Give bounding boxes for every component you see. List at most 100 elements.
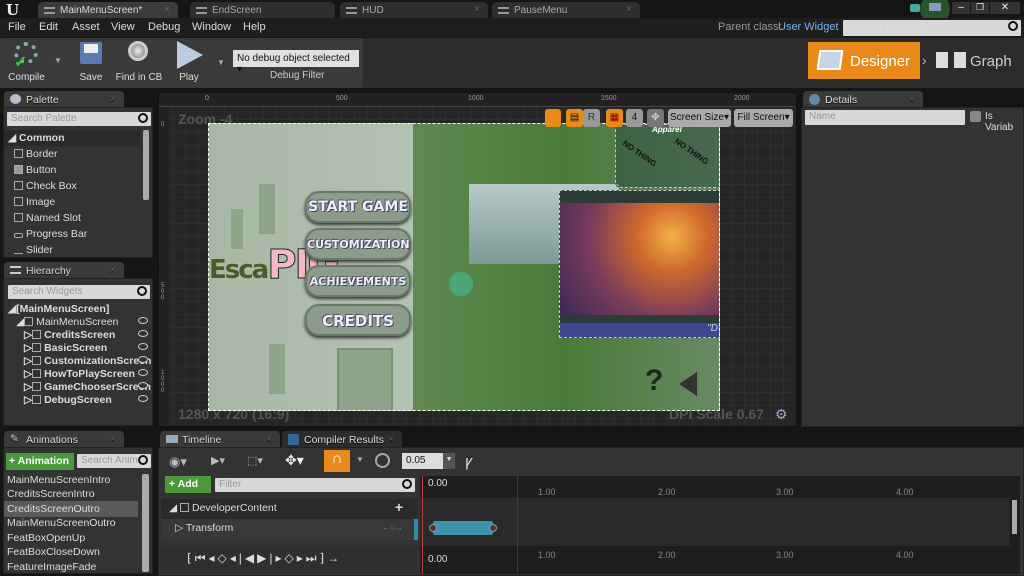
palette-item-button[interactable]: Button [4, 162, 140, 178]
animation-item[interactable]: FeatureImageFade [4, 559, 138, 575]
prev-key-icon[interactable]: ◂◇ [209, 551, 230, 565]
find-in-cb-button[interactable]: Find in CB [114, 38, 164, 88]
achievements-button[interactable]: ACHIEVEMENTS [305, 265, 411, 297]
menu-debug[interactable]: Debug [148, 21, 180, 33]
respect-locks-button[interactable]: R [583, 109, 600, 127]
selection-mode-dropdown[interactable]: ⬚▾ [247, 454, 263, 467]
graph-mode-button[interactable]: Graph [932, 42, 1022, 79]
play-reverse-icon[interactable]: ◀ [245, 551, 257, 565]
animations-scrollbar[interactable] [142, 474, 149, 572]
hierarchy-tab[interactable]: Hierarchy × [4, 262, 124, 279]
next-key-icon[interactable]: ◇▸ [285, 551, 306, 565]
game-preview[interactable]: EscaPIG START GAME CUSTOMIZATION ACHIEVE… [208, 123, 720, 411]
play-button[interactable]: Play [172, 38, 206, 88]
outline-toggle[interactable] [545, 109, 561, 127]
add-animation-button[interactable]: + Animation [6, 453, 74, 470]
designer-mode-button[interactable]: Designer [808, 42, 920, 79]
widget-name-input[interactable]: Name [805, 110, 965, 125]
play-mode-dropdown[interactable]: ▶▾ [211, 454, 225, 467]
keyframe-start[interactable] [429, 524, 437, 532]
snap-dropdown[interactable]: ▼ [356, 455, 364, 464]
details-tab[interactable]: Details × [803, 91, 923, 108]
playback-range-end[interactable] [517, 476, 518, 574]
close-icon[interactable]: × [626, 4, 632, 15]
play-icon[interactable]: ▶ [257, 551, 269, 565]
transform-gizmo-dropdown[interactable]: ✥▾ [285, 452, 304, 469]
timeline-scrollbar[interactable] [1012, 500, 1017, 534]
tab-pausemenu[interactable]: PauseMenu × [492, 2, 640, 19]
palette-item-slider[interactable]: Slider [4, 242, 140, 258]
close-icon[interactable]: × [266, 433, 272, 445]
start-game-button[interactable]: START GAME [305, 191, 411, 223]
close-icon[interactable]: × [110, 433, 116, 445]
play-options-dropdown[interactable]: ▼ [217, 58, 225, 67]
close-icon[interactable]: × [110, 93, 116, 105]
debug-object-select[interactable]: No debug object selected ▾ [233, 50, 359, 75]
add-track-button[interactable]: + Add [165, 476, 211, 493]
hidden-eye-icon[interactable] [138, 369, 148, 376]
menu-view[interactable]: View [111, 21, 135, 33]
visibility-dropdown-eye-icon[interactable]: ◉▾ [169, 454, 187, 470]
keyframe-end[interactable] [489, 524, 497, 532]
palette-tab[interactable]: Palette × [4, 91, 124, 108]
hierarchy-search-input[interactable]: Search Widgets [8, 285, 150, 299]
close-icon[interactable]: × [388, 433, 394, 445]
track-transform[interactable]: ▷ Transform ←○→ [161, 519, 417, 540]
dpi-settings-gear-icon[interactable]: ⚙ [775, 406, 788, 423]
snap-magnet-toggle[interactable]: ∩ [324, 450, 350, 472]
compile-button[interactable]: ✓ Compile [4, 38, 49, 88]
hidden-eye-icon[interactable] [138, 382, 148, 389]
palette-item-named-slot[interactable]: Named Slot [4, 210, 140, 226]
palette-item-checkbox[interactable]: Check Box [4, 178, 140, 194]
hierarchy-item-debugscreen[interactable]: ▷ DebugScreen [4, 392, 152, 408]
timeline-tab[interactable]: Timeline × [160, 431, 280, 448]
menu-edit[interactable]: Edit [39, 21, 58, 33]
is-variable-checkbox[interactable] [970, 111, 981, 122]
grid-snap-toggle[interactable]: ▦ [606, 109, 623, 127]
close-icon[interactable]: × [110, 264, 116, 276]
close-icon[interactable]: × [164, 4, 170, 15]
step-back-icon[interactable]: ⏮ [195, 551, 209, 565]
menu-asset[interactable]: Asset [72, 21, 100, 33]
loop-icon[interactable]: → [327, 551, 342, 565]
fill-screen-dropdown[interactable]: Fill Screen▾ [734, 109, 793, 127]
palette-item-border[interactable]: Border [4, 146, 140, 162]
close-icon[interactable]: × [474, 4, 480, 15]
hidden-eye-icon[interactable] [138, 330, 148, 337]
playhead[interactable] [422, 476, 423, 574]
menu-help[interactable]: Help [243, 21, 266, 33]
keyframe-nav-icon[interactable]: ←○→ [382, 523, 403, 532]
animation-item[interactable]: FeatBoxCloseDown [4, 544, 138, 560]
tab-endscreen[interactable]: EndScreen [190, 2, 335, 19]
close-window-button[interactable]: ✕ [990, 2, 1020, 14]
snap-time-select[interactable]: 0.05 ▼ [402, 453, 455, 469]
tab-mainmenuscreen[interactable]: MainMenuScreen* × [38, 2, 178, 19]
step-forward-icon[interactable]: ⏭ [306, 551, 320, 565]
menu-window[interactable]: Window [192, 21, 231, 33]
visibility-eye-icon[interactable] [138, 343, 148, 350]
prev-frame-icon[interactable]: ◂| [230, 551, 245, 565]
zoom-to-fit-button[interactable]: ✥ [647, 109, 664, 127]
animations-tab[interactable]: ✎ Animations × [4, 431, 124, 448]
feedback-icon[interactable] [910, 4, 920, 12]
playback-start-icon[interactable]: ⁅ [187, 551, 195, 565]
animation-item[interactable]: CreditsScreenIntro [4, 486, 138, 502]
credits-button[interactable]: CREDITS [305, 304, 411, 336]
compile-options-dropdown[interactable]: ▼ [54, 56, 62, 65]
visibility-eye-icon[interactable] [138, 317, 148, 324]
hidden-eye-icon[interactable] [138, 395, 148, 402]
palette-item-progress-bar[interactable]: Progress Bar [4, 226, 140, 242]
keyframe-section-bar[interactable] [433, 521, 493, 535]
track-developercontent[interactable]: ◢ DeveloperContent + [161, 499, 417, 519]
timeline-area[interactable]: 0.00 0.00 1.00 2.00 3.00 4.00 1.00 2.00 … [420, 476, 1020, 574]
add-subtrack-plus-icon[interactable]: + [395, 499, 403, 515]
track-filter-input[interactable]: Filter [215, 478, 415, 492]
palette-scrollbar[interactable] [143, 130, 149, 200]
curve-editor-icon[interactable]: ꝩ [465, 451, 473, 471]
screen-size-dropdown[interactable]: Screen Size▾ [668, 109, 731, 127]
animation-search-input[interactable]: Search Anim [77, 454, 151, 468]
layout-toggle[interactable]: ▤ [566, 109, 583, 127]
palette-search-input[interactable]: Search Palette [7, 112, 151, 126]
close-icon[interactable]: × [909, 93, 915, 105]
palette-item-image[interactable]: Image [4, 194, 140, 210]
